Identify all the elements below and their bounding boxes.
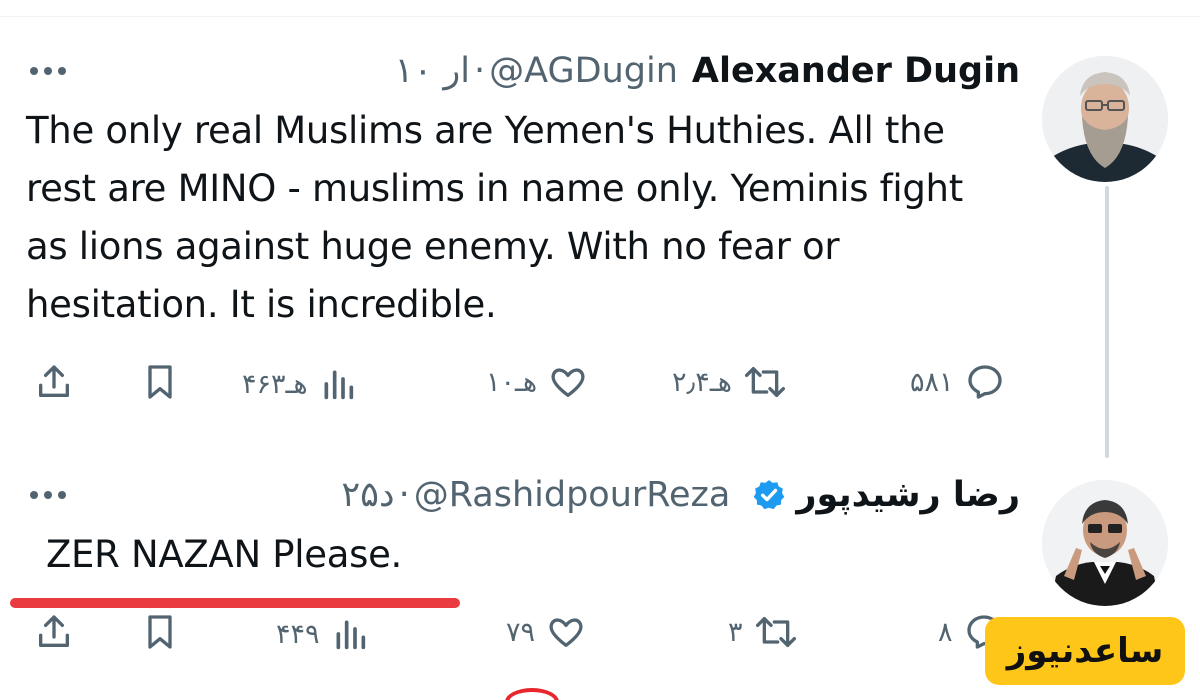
display-name[interactable]: Alexander Dugin	[692, 51, 1020, 91]
retweet-button[interactable]: ۳	[728, 612, 799, 652]
bookmark-icon	[148, 365, 172, 399]
dot-icon	[30, 491, 38, 499]
reply-icon	[967, 365, 1002, 399]
views-count: ۴۴۹	[276, 618, 320, 650]
tweet-meta: ۱۰ ار · @AGDugin	[395, 51, 678, 91]
watermark-logo: ساعدنیوز	[985, 617, 1185, 685]
bookmark-icon	[148, 615, 172, 649]
tweet-header: ۲۵د · @RashidpourReza رضا رشیدپور	[341, 470, 1020, 520]
bookmark-button[interactable]	[140, 612, 180, 652]
avatar[interactable]	[1042, 56, 1168, 182]
tweet-text: ZER NAZAN Please.	[46, 533, 403, 576]
bookmark-button[interactable]	[140, 362, 180, 402]
retweet-icon	[744, 367, 785, 397]
more-options-button[interactable]	[30, 67, 66, 75]
views-icon	[324, 370, 353, 400]
display-name[interactable]: رضا رشیدپور	[796, 475, 1020, 515]
reply-count: ۵۸۱	[910, 366, 954, 398]
share-button[interactable]	[34, 612, 74, 652]
avatar[interactable]	[1042, 480, 1168, 606]
divider	[0, 16, 1200, 17]
meta-separator: ·	[474, 51, 486, 91]
heart-icon	[551, 368, 585, 397]
tweet-meta: ۲۵د · @RashidpourReza	[341, 475, 730, 515]
dot-icon	[58, 491, 66, 499]
verified-badge-icon	[754, 480, 785, 510]
dot-icon	[44, 67, 52, 75]
tweet-thread: ۱۰ ار · @AGDugin Alexander Dugin The onl…	[0, 0, 1200, 700]
retweet-count: ۲٫۴هـ	[672, 366, 732, 398]
man-in-suit-avatar-icon	[1042, 480, 1168, 606]
red-annotation-mark	[505, 688, 559, 700]
bearded-man-avatar-icon	[1042, 56, 1168, 182]
like-button[interactable]: ۷۹	[506, 612, 587, 652]
thread-connector-line	[1105, 186, 1109, 458]
like-count: ۷۹	[506, 616, 536, 648]
more-options-button[interactable]	[30, 491, 66, 499]
dot-icon	[30, 67, 38, 75]
timestamp[interactable]: ۱۰ ار	[395, 51, 470, 91]
meta-separator: ·	[398, 475, 410, 515]
views-count: ۴۶۳هـ	[242, 368, 308, 400]
reply-count: ۸	[938, 616, 953, 648]
views-button[interactable]: ۴۴۹	[276, 614, 370, 654]
views-icon	[336, 620, 365, 650]
views-button[interactable]: ۴۶۳هـ	[242, 364, 358, 404]
timestamp[interactable]: ۲۵د	[341, 475, 394, 515]
user-handle[interactable]: @RashidpourReza	[414, 475, 731, 515]
dot-icon	[44, 491, 52, 499]
retweet-button[interactable]: ۲٫۴هـ	[672, 362, 788, 402]
tweet-header: ۱۰ ار · @AGDugin Alexander Dugin	[395, 46, 1020, 96]
retweet-icon	[755, 617, 796, 647]
like-count: ۱۰هـ	[486, 366, 538, 398]
like-button[interactable]: ۱۰هـ	[486, 362, 589, 402]
heart-icon	[549, 618, 583, 647]
share-button[interactable]	[34, 362, 74, 402]
user-handle[interactable]: @AGDugin	[489, 51, 678, 91]
share-icon	[39, 365, 70, 397]
share-icon	[39, 615, 70, 647]
reply-button[interactable]: ۵۸۱	[910, 362, 1006, 402]
red-highlight-underline	[10, 598, 460, 608]
retweet-count: ۳	[728, 616, 743, 648]
dot-icon	[58, 67, 66, 75]
tweet-text: The only real Muslims are Yemen's Huthie…	[26, 109, 963, 326]
